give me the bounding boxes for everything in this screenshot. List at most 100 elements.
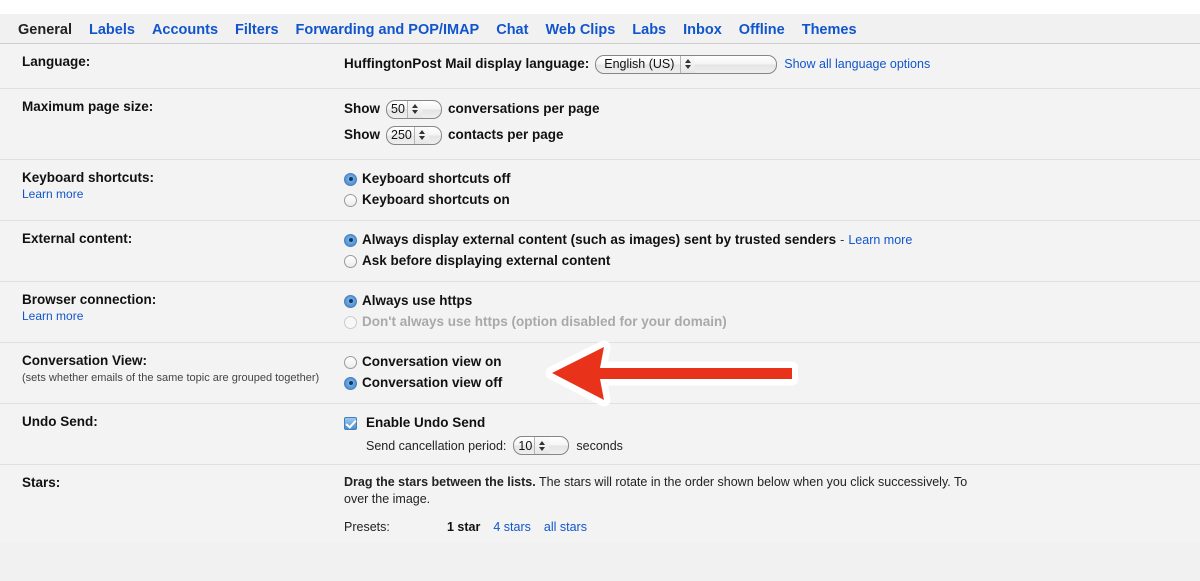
conversation-view-on-label: Conversation view on (362, 354, 502, 369)
send-cancellation-period-row: Send cancellation period: 10 seconds (366, 436, 1192, 455)
contacts-per-page-select[interactable]: 250 (386, 125, 442, 145)
external-content-label: External content: (22, 231, 133, 246)
radio-external-always[interactable] (344, 233, 357, 247)
language-content: HuffingtonPost Mail display language: En… (344, 53, 1200, 79)
keyboard-label-cell: Keyboard shortcuts: Learn more (0, 169, 344, 211)
setting-row-stars: Stars: Drag the stars between the lists.… (0, 465, 1200, 543)
radio-https-always[interactable] (344, 294, 357, 308)
language-select-stepper-icon (680, 55, 696, 73)
stars-description-bold: Drag the stars between the lists. (344, 475, 536, 489)
external-ask-label: Ask before displaying external content (362, 253, 611, 268)
external-ask-option[interactable]: Ask before displaying external content (344, 251, 1192, 271)
contacts-per-page-suffix: contacts per page (448, 127, 564, 142)
checkbox-enable-undo-send[interactable] (344, 416, 357, 430)
presets-label: Presets: (344, 520, 390, 534)
browser-connection-label-cell: Browser connection: Learn more (0, 291, 344, 333)
radio-conversation-view-off[interactable] (344, 376, 357, 390)
conversation-view-off-label: Conversation view off (362, 375, 503, 390)
keyboard-learn-more-link[interactable]: Learn more (22, 186, 83, 202)
setting-row-browser-connection: Browser connection: Learn more Always us… (0, 282, 1200, 343)
browser-connection-label: Browser connection: (22, 292, 157, 307)
tab-offline[interactable]: Offline (739, 22, 785, 43)
tab-labels[interactable]: Labels (89, 22, 135, 43)
tab-forwarding-pop-imap[interactable]: Forwarding and POP/IMAP (296, 22, 480, 43)
keyboard-off-label: Keyboard shortcuts off (362, 171, 511, 186)
preset-1-star[interactable]: 1 star (447, 520, 480, 534)
conversations-per-page-value: 50 (391, 102, 405, 116)
browser-connection-learn-more-link[interactable]: Learn more (22, 308, 83, 324)
tab-accounts[interactable]: Accounts (152, 22, 218, 43)
enable-undo-send-option[interactable]: Enable Undo Send (344, 413, 1192, 433)
conversations-show-word: Show (344, 101, 380, 116)
settings-tab-bar: General Labels Accounts Filters Forwardi… (0, 14, 1200, 44)
conversation-view-sublabel: (sets whether emails of the same topic a… (22, 372, 320, 384)
stars-label-cell: Stars: (0, 474, 344, 534)
tab-chat[interactable]: Chat (496, 22, 528, 43)
language-prefix-text: HuffingtonPost Mail display language: (344, 56, 590, 71)
language-label: Language: (22, 54, 91, 69)
undo-send-label-cell: Undo Send: (0, 413, 344, 455)
keyboard-shortcuts-label: Keyboard shortcuts: (22, 170, 155, 185)
tab-filters[interactable]: Filters (235, 22, 279, 43)
keyboard-on-label: Keyboard shortcuts on (362, 192, 510, 207)
stars-label: Stars: (22, 475, 61, 490)
stars-description: Drag the stars between the lists. The st… (344, 474, 1192, 508)
stars-description-line2: over the image. (344, 492, 431, 506)
conversation-view-off-option[interactable]: Conversation view off (344, 373, 1192, 393)
external-always-option[interactable]: Always display external content (such as… (344, 230, 1192, 250)
page-size-content: Show 50 conversations per page Show 250 … (344, 98, 1200, 150)
top-white-strip (0, 0, 1200, 14)
stars-description-rest: The stars will rotate in the order shown… (538, 475, 968, 489)
preset-all-stars-link[interactable]: all stars (544, 520, 587, 534)
undo-send-content: Enable Undo Send Send cancellation perio… (344, 413, 1200, 455)
https-not-always-label: Don't always use https (option disabled … (362, 314, 727, 329)
stars-presets-row: Presets: 1 star 4 stars all stars (344, 520, 1192, 534)
keyboard-off-option[interactable]: Keyboard shortcuts off (344, 169, 1192, 189)
external-content-content: Always display external content (such as… (344, 230, 1200, 272)
keyboard-on-option[interactable]: Keyboard shortcuts on (344, 190, 1192, 210)
contacts-per-page-value: 250 (391, 128, 412, 142)
enable-undo-send-label: Enable Undo Send (366, 415, 486, 430)
tab-labs[interactable]: Labs (632, 22, 666, 43)
language-select[interactable]: English (US) (595, 54, 778, 74)
radio-conversation-view-on[interactable] (344, 355, 357, 369)
setting-row-page-size: Maximum page size: Show 50 conversations… (0, 89, 1200, 160)
send-cancellation-period-suffix: seconds (576, 438, 623, 453)
radio-keyboard-on[interactable] (344, 193, 357, 207)
language-select-value: English (US) (604, 57, 675, 71)
show-all-language-options-link[interactable]: Show all language options (784, 56, 930, 72)
external-content-learn-more-link[interactable]: Learn more (848, 232, 912, 248)
conversations-per-page-select[interactable]: 50 (386, 99, 442, 119)
radio-keyboard-off[interactable] (344, 172, 357, 186)
radio-https-not-always (344, 315, 357, 329)
setting-row-external-content: External content: Always display externa… (0, 221, 1200, 282)
https-not-always-option: Don't always use https (option disabled … (344, 312, 1192, 332)
send-cancellation-period-label: Send cancellation period: (366, 438, 507, 453)
radio-external-ask[interactable] (344, 254, 357, 268)
contacts-show-word: Show (344, 127, 380, 142)
https-always-option[interactable]: Always use https (344, 291, 1192, 311)
stars-content: Drag the stars between the lists. The st… (344, 474, 1200, 534)
conversation-view-on-option[interactable]: Conversation view on (344, 352, 1192, 372)
keyboard-content: Keyboard shortcuts off Keyboard shortcut… (344, 169, 1200, 211)
tab-inbox[interactable]: Inbox (683, 22, 722, 43)
conversations-stepper-icon (406, 100, 422, 118)
send-cancellation-period-value: 10 (518, 438, 533, 453)
preset-4-stars-link[interactable]: 4 stars (493, 520, 531, 534)
browser-connection-content: Always use https Don't always use https … (344, 291, 1200, 333)
tab-web-clips[interactable]: Web Clips (545, 22, 615, 43)
contacts-stepper-icon (413, 126, 429, 144)
external-content-label-cell: External content: (0, 230, 344, 272)
page-size-label: Maximum page size: (22, 99, 154, 114)
tab-general[interactable]: General (18, 22, 72, 43)
send-cancellation-period-select[interactable]: 10 (513, 436, 570, 455)
conversation-view-content: Conversation view on Conversation view o… (344, 340, 1200, 407)
conversations-per-page-suffix: conversations per page (448, 101, 600, 116)
external-always-separator: - (840, 233, 845, 247)
tab-themes[interactable]: Themes (802, 22, 857, 43)
https-always-label: Always use https (362, 293, 473, 308)
setting-row-undo-send: Undo Send: Enable Undo Send Send cancell… (0, 404, 1200, 465)
conversation-view-label: Conversation View: (22, 353, 148, 368)
send-cancellation-stepper-icon (534, 437, 550, 454)
setting-row-keyboard-shortcuts: Keyboard shortcuts: Learn more Keyboard … (0, 160, 1200, 221)
